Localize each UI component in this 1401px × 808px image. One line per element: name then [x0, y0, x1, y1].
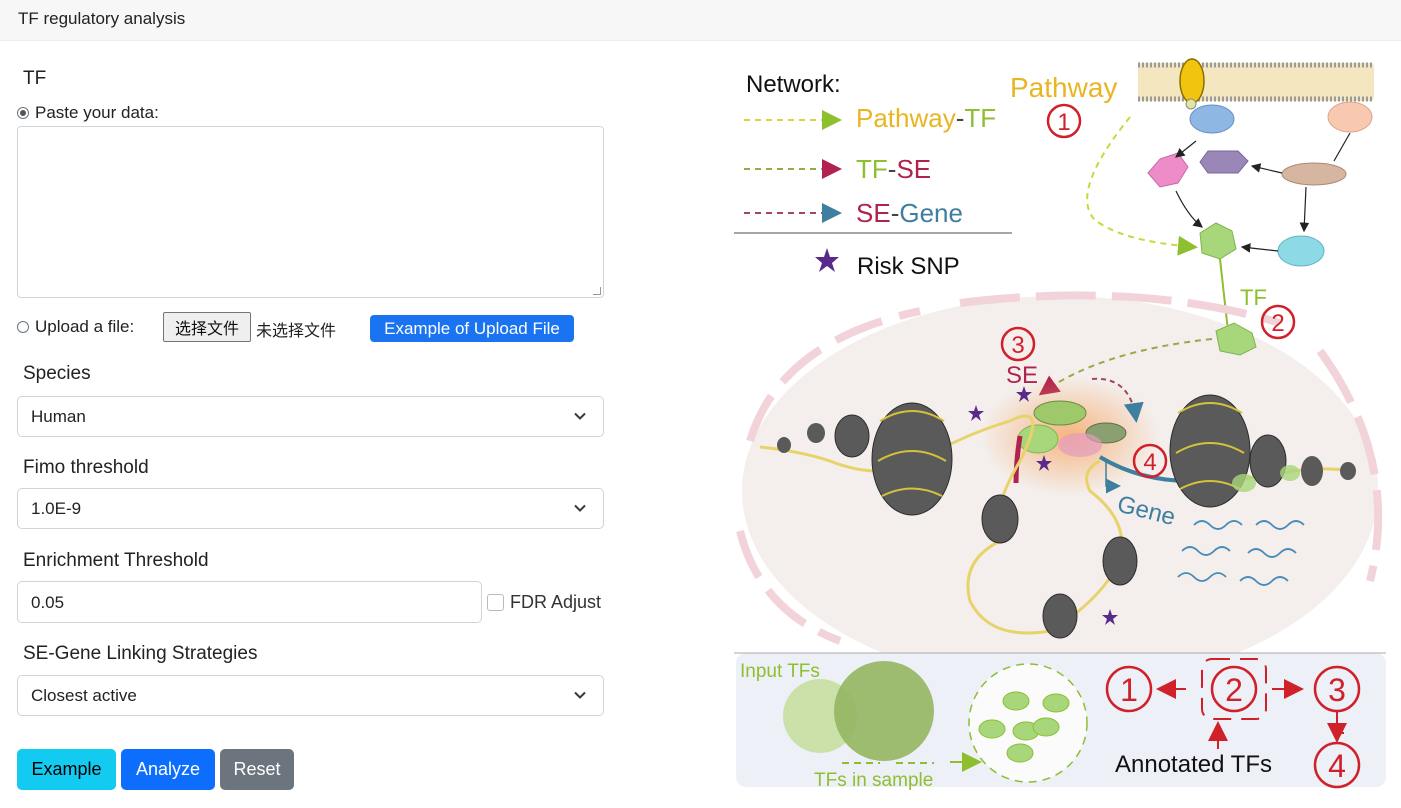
se-cluster-4 — [1058, 433, 1102, 457]
linking-strategies-select[interactable]: Closest active — [17, 675, 604, 716]
nucleosome-mid-1 — [981, 494, 1019, 544]
se-cluster-1 — [1033, 400, 1087, 426]
linking-strategies-label: SE-Gene Linking Strategies — [23, 643, 258, 664]
fdr-adjust-checkbox[interactable] — [487, 594, 504, 611]
tf-regulatory-diagram: Network: Pathway-TF TF-SE SE-Gene Risk S… — [720, 41, 1401, 803]
tf-label: TF — [23, 68, 47, 89]
no-file-chosen-text: 未选择文件 — [256, 321, 337, 340]
enrichment-label: Enrichment Threshold — [23, 550, 209, 571]
sample-tfs-circle — [834, 661, 934, 761]
legend-label-pathway-tf: Pathway-TF — [856, 103, 996, 133]
enrichment-threshold-input[interactable]: 0.05 — [17, 581, 482, 623]
paste-radio-row[interactable]: Paste your data: — [17, 103, 159, 123]
nucleosome-mid-3 — [1042, 593, 1078, 639]
upload-radio-row[interactable]: Upload a file: — [17, 317, 134, 337]
se-cluster-2 — [1017, 424, 1059, 454]
nucleosome-right-2 — [1249, 434, 1287, 488]
nucleosome-large-left — [871, 402, 953, 516]
svg-text:3: 3 — [1011, 332, 1024, 359]
svg-text:1: 1 — [1057, 109, 1070, 136]
nucleosome-right-4 — [1340, 462, 1356, 480]
chevron-down-icon — [574, 691, 586, 699]
choose-file-button[interactable]: 选择文件 — [163, 312, 251, 342]
enrichment-value: 0.05 — [31, 593, 65, 612]
fimo-value: 1.0E-9 — [31, 499, 82, 518]
svg-text:2: 2 — [1271, 310, 1284, 337]
arrow-cyan-tf — [1240, 243, 1279, 253]
analyze-button[interactable]: Analyze — [121, 749, 215, 790]
tf-in-nucleus — [1215, 322, 1257, 356]
network-title: Network: — [746, 71, 841, 98]
tf-stem — [1219, 258, 1229, 332]
protein-blue — [1189, 104, 1235, 134]
card-header: TF regulatory analysis — [0, 0, 1401, 41]
tf-protein — [1199, 222, 1237, 260]
legend-label-risk-snp: Risk SNP — [857, 253, 960, 280]
inhibit-peach-tan — [1333, 132, 1351, 162]
pathway-label: Pathway — [1010, 72, 1117, 103]
paste-label: Paste your data: — [35, 103, 159, 122]
tfs-in-sample-label: TFs in sample — [814, 770, 933, 791]
reset-button[interactable]: Reset — [220, 749, 294, 790]
fimo-threshold-select[interactable]: 1.0E-9 — [17, 488, 604, 529]
example-button[interactable]: Example — [17, 749, 116, 790]
arrow-tan-purple — [1250, 163, 1283, 174]
tf-label-diagram: TF — [1240, 285, 1267, 310]
tf-form: TF Paste your data: Upload a file: 选择文件 … — [0, 41, 620, 803]
species-label: Species — [23, 363, 91, 384]
arrow-pink-tf — [1175, 190, 1203, 228]
paste-radio[interactable] — [17, 107, 29, 119]
arrow-tan-cyan — [1299, 186, 1310, 233]
protein-tan — [1281, 162, 1347, 186]
protein-pink — [1147, 152, 1189, 188]
example-upload-file-button[interactable]: Example of Upload File — [370, 315, 574, 342]
diagram-svg: Network: Pathway-TF TF-SE SE-Gene Risk S… — [734, 58, 1386, 791]
legend-label-se-gene: SE-Gene — [856, 198, 963, 228]
annotated-tfs-label: Annotated TFs — [1115, 751, 1272, 778]
bound-tf-2 — [1280, 465, 1300, 481]
linking-value: Closest active — [31, 686, 137, 705]
svg-text:3: 3 — [1328, 672, 1346, 708]
nucleosome-small-2 — [807, 423, 825, 443]
fdr-adjust-row[interactable]: FDR Adjust — [487, 592, 601, 613]
fdr-adjust-label: FDR Adjust — [510, 592, 602, 612]
paste-data-textarea[interactable] — [17, 126, 604, 298]
nucleosome-small-3 — [777, 437, 791, 453]
protein-cyan — [1277, 235, 1325, 267]
nucleosome-right-3 — [1301, 456, 1323, 486]
bound-tf-1 — [1232, 474, 1256, 492]
risk-snp-star-icon — [815, 248, 839, 272]
species-select[interactable]: Human — [17, 396, 604, 437]
upload-label: Upload a file: — [35, 317, 135, 336]
cell-membrane — [1138, 58, 1374, 110]
arrow-blue-pink — [1175, 140, 1197, 158]
chevron-down-icon — [574, 504, 586, 512]
legend-label-tf-se: TF-SE — [856, 154, 931, 184]
input-tfs-label: Input TFs — [740, 661, 820, 682]
nucleosome-mid-2 — [1102, 536, 1138, 586]
protein-purple — [1199, 150, 1249, 174]
svg-text:4: 4 — [1143, 449, 1156, 476]
svg-text:1: 1 — [1120, 672, 1138, 708]
chevron-down-icon — [574, 412, 586, 420]
step-1-marker: 1 — [1046, 103, 1082, 139]
svg-text:2: 2 — [1225, 672, 1243, 708]
svg-text:4: 4 — [1328, 748, 1346, 784]
upload-radio[interactable] — [17, 321, 29, 333]
species-value: Human — [31, 407, 86, 426]
fimo-label: Fimo threshold — [23, 457, 149, 478]
protein-peach — [1327, 101, 1373, 133]
page-title: TF regulatory analysis — [18, 9, 186, 28]
nucleosome-small-1 — [834, 414, 870, 458]
